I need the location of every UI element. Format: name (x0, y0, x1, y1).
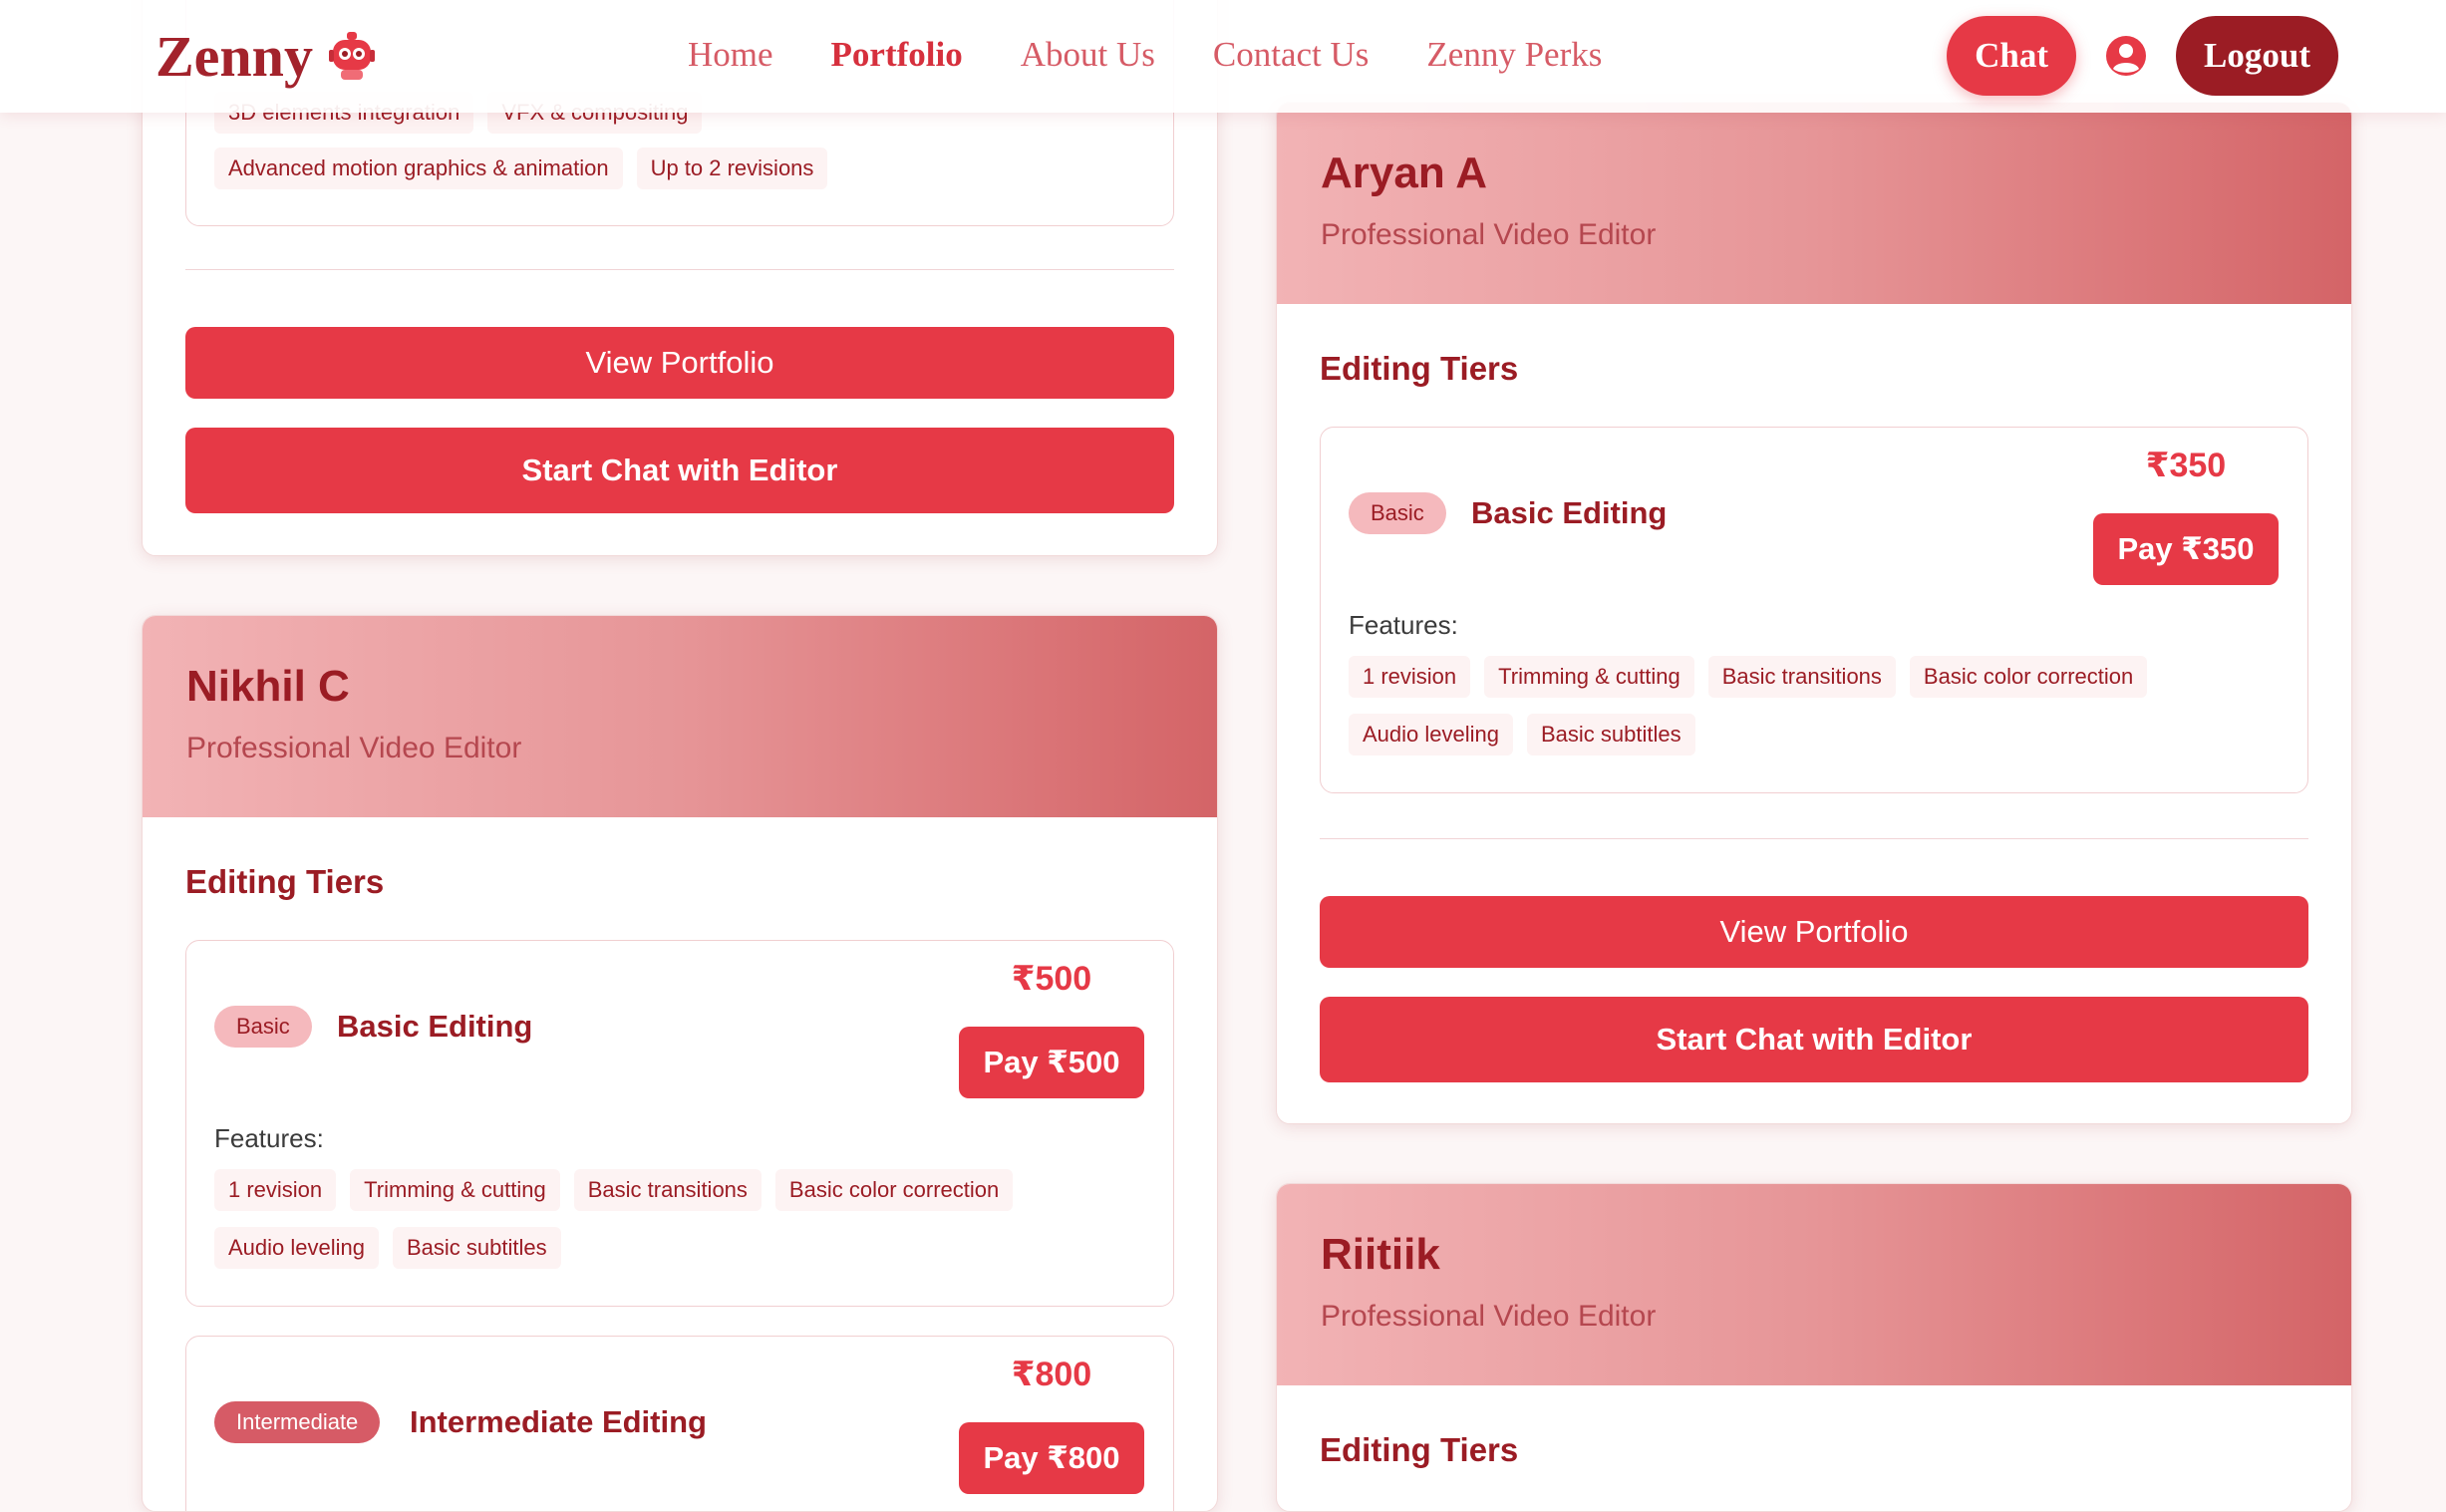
editor-role: Professional Video Editor (1321, 218, 1657, 251)
nav-zenny-perks[interactable]: Zenny Perks (1426, 35, 1602, 75)
logout-button[interactable]: Logout (2176, 16, 2338, 96)
editor-name: Riitiik (1321, 1230, 1440, 1279)
tier-name: Basic Editing (1471, 495, 1668, 530)
pay-button[interactable]: Pay ₹350 (2093, 513, 2279, 585)
editor-body: Editing Tiers (1277, 1385, 2351, 1469)
nav-actions: Chat Logout (1947, 16, 2338, 96)
feature-chip: Audio leveling (214, 1227, 379, 1269)
editor-card-nikhil: Nikhil C Professional Video Editor Editi… (142, 615, 1218, 1512)
editor-role: Professional Video Editor (1321, 1300, 1657, 1333)
tier-badge: Basic (1349, 492, 1446, 534)
editor-header: Riitiik Professional Video Editor (1277, 1184, 2351, 1385)
features-row: 1 revision Trimming & cutting Basic tran… (214, 1169, 1014, 1211)
tier-card-basic: Basic Basic Editing ₹500 Pay ₹500 Featur… (185, 940, 1174, 1307)
feature-chip: Basic transitions (573, 1169, 762, 1211)
feature-chip: Basic subtitles (392, 1227, 561, 1269)
tier-card-intermediate: Intermediate Intermediate Editing ₹800 P… (185, 1336, 1174, 1511)
nav-portfolio[interactable]: Portfolio (831, 35, 963, 75)
editor-card-riitiik: Riitiik Professional Video Editor Editin… (1276, 1183, 2352, 1512)
features-row: Audio leveling Basic subtitles (214, 1227, 561, 1269)
feature-chip: 1 revision (1349, 656, 1471, 698)
editing-tiers-title: Editing Tiers (1320, 350, 1519, 387)
feature-chip: Basic color correction (774, 1169, 1014, 1211)
nav-links: Home Portfolio About Us Contact Us Zenny… (688, 0, 1602, 110)
feature-chip: Basic transitions (1707, 656, 1896, 698)
features-row: Advanced motion graphics & animation Up … (214, 148, 828, 189)
feature-chip: 1 revision (214, 1169, 337, 1211)
editor-name: Aryan A (1321, 149, 1488, 197)
user-profile-icon[interactable] (2104, 34, 2148, 78)
editor-body: Editing Tiers (1277, 304, 2351, 388)
navbar: Zenny Home Portfolio About Us Contact Us… (0, 0, 2446, 113)
brand-name: Zenny (155, 23, 313, 89)
pay-button[interactable]: Pay ₹800 (959, 1422, 1144, 1494)
feature-chip: Basic subtitles (1526, 714, 1695, 756)
editor-header: Nikhil C Professional Video Editor (143, 616, 1217, 817)
features-label: Features: (214, 1123, 324, 1153)
start-chat-button[interactable]: Start Chat with Editor (1320, 997, 2308, 1082)
features-row: Audio leveling Basic subtitles (1349, 714, 1695, 756)
feature-chip: Basic color correction (1909, 656, 2148, 698)
editing-tiers-title: Editing Tiers (185, 863, 385, 900)
editor-header: Aryan A Professional Video Editor (1277, 103, 2351, 304)
divider (185, 269, 1174, 270)
pay-button[interactable]: Pay ₹500 (959, 1027, 1144, 1098)
brand-logo[interactable]: Zenny (155, 18, 377, 94)
feature-chip: Trimming & cutting (1484, 656, 1694, 698)
editor-body: Editing Tiers (143, 817, 1217, 901)
nav-home[interactable]: Home (688, 35, 773, 75)
editor-card-aryan: Aryan A Professional Video Editor Editin… (1276, 102, 2352, 1124)
tier-badge: Basic (214, 1006, 312, 1048)
editor-role: Professional Video Editor (186, 732, 522, 764)
tier-name: Intermediate Editing (410, 1404, 707, 1439)
view-portfolio-button[interactable]: View Portfolio (1320, 896, 2308, 968)
editor-name: Nikhil C (186, 662, 350, 711)
tier-price: ₹500 (1011, 960, 1092, 998)
feature-chip: Audio leveling (1349, 714, 1513, 756)
tier-price: ₹800 (1011, 1356, 1092, 1393)
robot-mascot-icon (328, 32, 375, 80)
tier-name: Basic Editing (337, 1009, 533, 1044)
editing-tiers-title: Editing Tiers (1320, 1431, 1519, 1468)
nav-contact-us[interactable]: Contact Us (1213, 35, 1370, 75)
tier-card-basic: Basic Basic Editing ₹350 Pay ₹350 Featur… (1320, 427, 2308, 793)
divider (1320, 838, 2308, 839)
features-row: 1 revision Trimming & cutting Basic tran… (1349, 656, 2148, 698)
chat-button[interactable]: Chat (1947, 16, 2077, 96)
tier-price: ₹350 (2145, 447, 2227, 484)
nav-about-us[interactable]: About Us (1021, 35, 1155, 75)
view-portfolio-button[interactable]: View Portfolio (185, 327, 1174, 399)
features-label: Features: (1349, 610, 1458, 640)
feature-chip: Trimming & cutting (350, 1169, 560, 1211)
start-chat-button[interactable]: Start Chat with Editor (185, 428, 1174, 513)
feature-chip: Up to 2 revisions (636, 148, 828, 189)
feature-chip: Advanced motion graphics & animation (214, 148, 623, 189)
tier-badge: Intermediate (214, 1401, 381, 1443)
